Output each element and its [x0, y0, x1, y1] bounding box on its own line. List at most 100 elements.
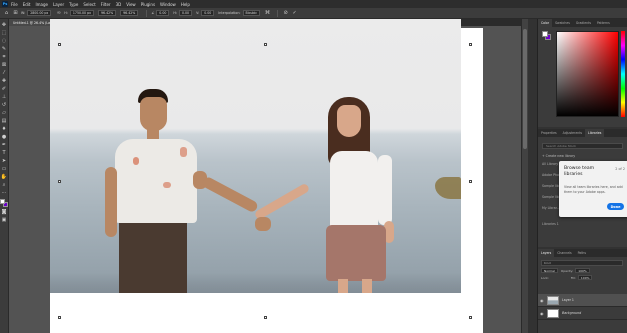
link-icon[interactable]: ∞: [55, 10, 62, 17]
eye-icon[interactable]: ◉: [540, 311, 545, 316]
tab-color[interactable]: Color: [538, 19, 553, 27]
layer-filter[interactable]: Kind: [541, 260, 623, 266]
warp-icon[interactable]: ⌘: [264, 10, 271, 17]
quick-select-tool-icon[interactable]: ✎: [1, 45, 8, 52]
library-item[interactable]: All Library: [542, 162, 558, 166]
menu-type[interactable]: Type: [69, 2, 78, 7]
gradient-tool-icon[interactable]: ▤: [1, 117, 8, 124]
frame-tool-icon[interactable]: ⊠: [1, 61, 8, 68]
height-field[interactable]: 1750.00 px: [69, 10, 94, 16]
tab-patterns[interactable]: Patterns: [594, 19, 613, 27]
transform-handle-bc[interactable]: [264, 316, 267, 319]
tab-properties[interactable]: Properties: [538, 129, 560, 137]
menu-window[interactable]: Window: [160, 2, 176, 7]
popover-count: 2 of 2: [615, 167, 625, 171]
blur-tool-icon[interactable]: ♦: [1, 125, 8, 132]
scale-field[interactable]: 96.42%: [98, 10, 117, 16]
hand-tool-icon[interactable]: ✋: [1, 173, 8, 180]
width-field[interactable]: 2800.00 px: [27, 10, 52, 16]
color-field[interactable]: [556, 31, 619, 117]
pen-tool-icon[interactable]: ✒: [1, 141, 8, 148]
menu-view[interactable]: View: [126, 2, 136, 7]
menu-filter[interactable]: Filter: [101, 2, 111, 7]
tab-gradients[interactable]: Gradients: [573, 19, 594, 27]
done-button[interactable]: Done: [607, 203, 624, 210]
move-tool-icon[interactable]: ✥: [1, 21, 8, 28]
color-swatches[interactable]: [0, 199, 8, 208]
menu-help[interactable]: Help: [181, 2, 190, 7]
tab-adjustments[interactable]: Adjustments: [560, 129, 585, 137]
eraser-tool-icon[interactable]: ▱: [1, 109, 8, 116]
transform-handle-tr[interactable]: [469, 43, 472, 46]
eyedropper-tool-icon[interactable]: ⁄: [1, 69, 8, 76]
history-brush-icon[interactable]: ↺: [1, 101, 8, 108]
eye-icon[interactable]: ◉: [540, 298, 545, 303]
library-search-input[interactable]: Search Adobe Stock: [542, 143, 623, 149]
blend-mode-select[interactable]: Normal: [541, 268, 558, 273]
menu-edit[interactable]: Edit: [23, 2, 31, 7]
crop-tool-icon[interactable]: ⌗: [1, 53, 8, 60]
transform-handle-mr[interactable]: [469, 180, 472, 183]
tab-swatches[interactable]: Swatches: [552, 19, 573, 27]
tab-libraries[interactable]: Libraries: [585, 129, 605, 137]
libraries-footer: Libraries 1: [542, 222, 559, 226]
reference-point-icon[interactable]: ⊞: [12, 10, 19, 17]
transform-handle-tl[interactable]: [58, 43, 61, 46]
v-skew-label: V:: [196, 11, 200, 15]
fill-field[interactable]: 100%: [577, 275, 593, 280]
home-icon[interactable]: ⌂: [3, 10, 10, 17]
vertical-scrollbar[interactable]: [521, 19, 528, 333]
layer-row-layer-1[interactable]: ◉ Layer 1: [538, 294, 627, 307]
menu-image[interactable]: Image: [35, 2, 48, 7]
tab-channels[interactable]: Channels: [554, 249, 574, 257]
library-item[interactable]: My Librar...: [542, 206, 560, 210]
scale-y-field[interactable]: 96.42%: [120, 10, 139, 16]
opacity-field[interactable]: 100%: [575, 268, 590, 273]
tab-layers[interactable]: Layers: [538, 249, 555, 257]
cancel-transform-icon[interactable]: ⊘: [282, 10, 289, 17]
hue-slider[interactable]: [621, 31, 625, 117]
dodge-tool-icon[interactable]: ●: [1, 133, 8, 140]
clone-stamp-icon[interactable]: ⊥: [1, 93, 8, 100]
menu-file[interactable]: File: [11, 2, 18, 7]
menu-select[interactable]: Select: [83, 2, 95, 7]
more-tools-icon[interactable]: ⋯: [1, 189, 8, 196]
zoom-tool-icon[interactable]: ⌕: [1, 181, 8, 188]
transform-handle-ml[interactable]: [58, 180, 61, 183]
brush-tool-icon[interactable]: ✐: [1, 85, 8, 92]
angle-field[interactable]: 0.00: [156, 10, 170, 16]
rock: [435, 177, 461, 199]
opacity-label: Opacity:: [560, 268, 574, 273]
menu-layer[interactable]: Layer: [53, 2, 64, 7]
interpolation-select[interactable]: Bicubic: [242, 10, 261, 16]
healing-brush-icon[interactable]: ✚: [1, 77, 8, 84]
scrollbar-thumb[interactable]: [523, 29, 527, 149]
layer-name[interactable]: Background: [562, 311, 581, 315]
color-chips[interactable]: [542, 31, 551, 40]
menu-3d[interactable]: 3D: [116, 2, 122, 7]
marquee-tool-icon[interactable]: ⬚: [1, 29, 8, 36]
foreground-color[interactable]: [0, 199, 5, 204]
type-tool-icon[interactable]: T: [1, 149, 8, 156]
foreground-chip[interactable]: [542, 31, 548, 37]
layer-name[interactable]: Layer 1: [562, 298, 574, 302]
photoshop-logo: Ps: [2, 1, 8, 7]
lasso-tool-icon[interactable]: ◌: [1, 37, 8, 44]
path-select-icon[interactable]: ➤: [1, 157, 8, 164]
h-skew-field[interactable]: 0.00: [178, 10, 193, 16]
menu-plugins[interactable]: Plugins: [141, 2, 155, 7]
placed-photo[interactable]: [50, 19, 461, 293]
layer-row-background[interactable]: ◉ Background: [538, 307, 627, 320]
tab-paths[interactable]: Paths: [575, 249, 589, 257]
fill-label: Fill:: [570, 275, 576, 280]
v-skew-field[interactable]: 0.00: [201, 10, 215, 16]
commit-transform-icon[interactable]: ✓: [291, 10, 298, 17]
transform-handle-br[interactable]: [469, 316, 472, 319]
transform-handle-bl[interactable]: [58, 316, 61, 319]
screen-mode-icon[interactable]: ▣: [1, 216, 8, 223]
transform-handle-tc[interactable]: [264, 43, 267, 46]
create-library-link[interactable]: + Create new library: [542, 154, 575, 158]
rectangle-tool-icon[interactable]: ▭: [1, 165, 8, 172]
layer-thumbnail: [547, 295, 559, 305]
quick-mask-icon[interactable]: ◙: [1, 208, 8, 215]
